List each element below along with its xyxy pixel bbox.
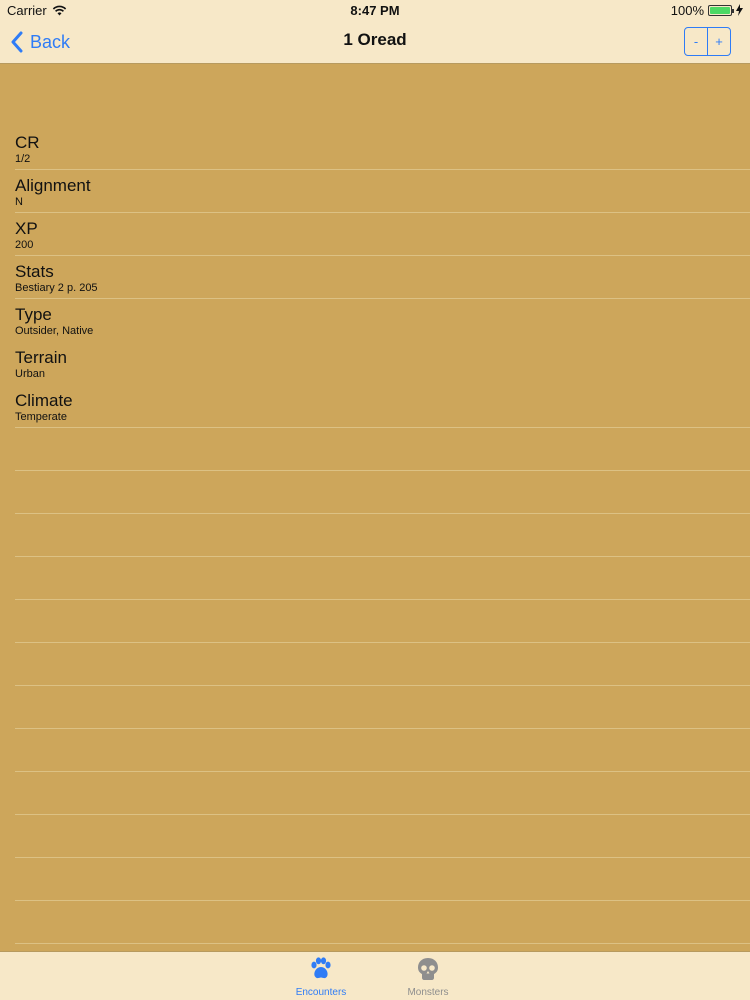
increment-button[interactable]: + — [707, 28, 730, 55]
row-separator — [15, 212, 750, 213]
detail-label: XP — [15, 219, 38, 238]
detail-row-climate: Climate Temperate — [0, 386, 750, 429]
row-separator — [15, 169, 750, 170]
quantity-stepper[interactable]: - + — [684, 27, 731, 56]
row-separator — [15, 685, 750, 686]
row-separator — [15, 857, 750, 858]
status-right: 100% — [671, 3, 743, 18]
battery-icon — [708, 4, 734, 16]
decrement-button[interactable]: - — [685, 28, 707, 55]
detail-label: Alignment — [15, 176, 91, 195]
detail-value: Outsider, Native — [15, 325, 94, 337]
detail-row-type: Type Outsider, Native — [0, 300, 750, 343]
tab-monsters[interactable]: Monsters — [388, 955, 468, 999]
detail-row-terrain: Terrain Urban — [0, 343, 750, 386]
row-separator — [15, 771, 750, 772]
row-separator — [15, 556, 750, 557]
detail-value: Temperate — [15, 411, 67, 423]
navigation-bar: Back 1 Oread - + — [0, 20, 750, 64]
row-separator — [15, 728, 750, 729]
row-separator — [15, 255, 750, 256]
page-title: 1 Oread — [343, 30, 407, 49]
carrier-label: Carrier — [7, 2, 47, 18]
detail-value: Bestiary 2 p. 205 — [15, 282, 98, 294]
charging-bolt-icon — [736, 4, 743, 16]
status-bar: Carrier 8:47 PM 100% — [0, 0, 750, 20]
row-separator — [15, 513, 750, 514]
status-left: Carrier — [7, 3, 67, 18]
tab-label: Monsters — [407, 987, 449, 998]
tab-encounters[interactable]: Encounters — [281, 955, 361, 999]
row-separator — [15, 298, 750, 299]
row-separator — [15, 599, 750, 600]
wifi-icon — [52, 5, 66, 15]
row-separator — [15, 427, 750, 428]
detail-value: 200 — [15, 239, 34, 251]
battery-fill — [710, 6, 730, 14]
row-separator — [15, 642, 750, 643]
paw-icon — [307, 955, 335, 983]
battery-percent: 100% — [670, 2, 704, 18]
detail-label: Climate — [15, 391, 73, 410]
detail-label: Stats — [15, 262, 54, 281]
tab-label: Encounters — [295, 987, 347, 998]
tab-bar: Encounters Monsters — [0, 951, 750, 1000]
status-time: 8:47 PM — [350, 2, 400, 18]
detail-row-xp: XP 200 — [0, 214, 750, 257]
detail-label: Type — [15, 305, 52, 324]
detail-value: 1/2 — [15, 153, 31, 165]
detail-label: Terrain — [15, 348, 67, 367]
detail-value: Urban — [15, 368, 45, 380]
detail-row-cr: CR 1/2 — [0, 128, 750, 171]
row-separator — [15, 814, 750, 815]
row-separator — [15, 900, 750, 901]
detail-value: N — [15, 196, 23, 208]
skull-icon — [414, 955, 442, 983]
detail-row-alignment: Alignment N — [0, 171, 750, 214]
detail-row-stats: Stats Bestiary 2 p. 205 — [0, 257, 750, 300]
row-separator — [15, 943, 750, 944]
row-separator — [15, 470, 750, 471]
detail-label: CR — [15, 133, 40, 152]
